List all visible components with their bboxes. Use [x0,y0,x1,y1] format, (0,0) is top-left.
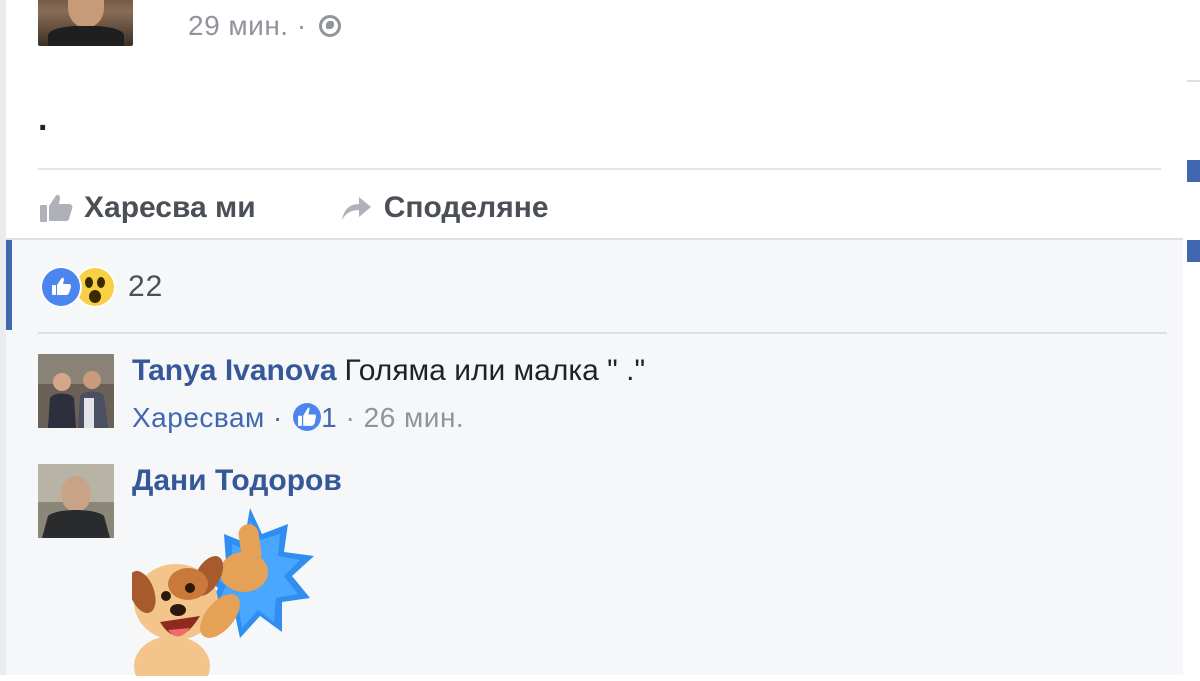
rail-accent [1187,160,1200,182]
share-arrow-icon [341,197,371,220]
comment-avatar[interactable] [38,464,114,538]
comment-like-button[interactable]: Харесвам · [132,402,283,433]
divider [38,332,1167,334]
puppy-thumbs-up-sticker-icon [128,508,314,681]
globe-icon[interactable] [318,15,341,37]
comment-text: Tanya Ivanova Голяма или малка " ." [132,354,645,388]
avatar-face [68,0,104,28]
right-sidebar-edge [1183,0,1200,675]
avatar-photo [38,464,114,538]
share-button[interactable]: Споделяне [338,191,549,225]
like-reaction-icon [42,268,80,306]
post-meta: 29 мин. · [188,10,341,42]
wow-eye [85,277,93,288]
wow-mouth [89,290,101,303]
post-actions: Харесва ми Споделяне [38,186,631,230]
post-timestamp[interactable]: 29 мин. · [188,10,307,41]
rail-accent [1187,240,1200,262]
comment-text: Дани Тодоров [132,464,342,498]
rail-divider [1187,80,1200,82]
thumbs-up-icon[interactable] [293,403,322,431]
wow-reaction-icon [76,268,114,306]
author-avatar[interactable] [38,0,133,46]
avatar-shirt [48,26,124,46]
comment-body: Голяма или малка " ." [344,354,646,387]
comment-avatar[interactable] [38,354,114,428]
avatar-photo [38,354,114,428]
comments-section: 22 Tanya Ivanova Голяма или малка " ." Х… [6,240,1189,681]
thumbs-up-glyph [298,407,317,426]
like-label: Харесва ми [84,191,256,224]
share-label: Споделяне [383,191,549,224]
comment-author[interactable]: Дани Тодоров [132,464,342,497]
post-card: 29 мин. · . Харесва ми Споделяне 22 Tany… [0,0,1189,681]
sticker-attachment[interactable] [128,506,332,681]
thumbs-up-icon [52,277,71,295]
wow-eye [97,277,105,288]
reaction-count[interactable]: 22 [128,270,163,304]
comment-meta: Харесвам · 1 · 26 мин. [132,402,464,434]
reactions-summary[interactable]: 22 [6,240,1189,330]
divider [38,168,1161,170]
reactions-row[interactable]: 22 [42,268,163,306]
thumbs-up-icon [40,194,73,222]
comment-author[interactable]: Tanya Ivanova [132,354,337,387]
post-body: . [38,100,48,138]
comment-time[interactable]: · 26 мин. [346,402,465,433]
comment-like-count[interactable]: 1 [321,402,337,433]
like-button[interactable]: Харесва ми [38,191,256,225]
